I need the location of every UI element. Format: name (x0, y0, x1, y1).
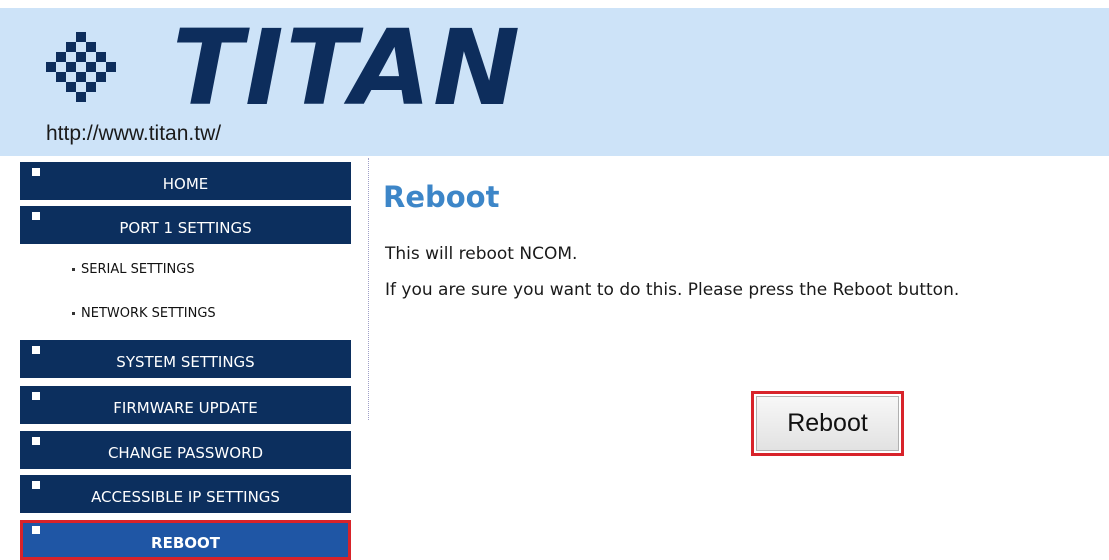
reboot-description: This will reboot NCOM. (385, 244, 578, 264)
sidebar-item-reboot[interactable]: REBOOT (20, 520, 351, 560)
sidebar-item-change-password[interactable]: CHANGE PASSWORD (20, 431, 351, 471)
sidebar-item-label: FIRMWARE UPDATE (113, 399, 258, 417)
titan-checker-logo-icon (46, 32, 116, 102)
sidebar-item-label: CHANGE PASSWORD (107, 444, 264, 462)
logo-url: http://www.titan.tw/ (46, 122, 222, 145)
sidebar-divider (368, 158, 369, 420)
reboot-button-highlight: Reboot (751, 391, 904, 456)
sidebar-item-port1-settings[interactable]: PORT 1 SETTINGS (20, 206, 351, 246)
sidebar-subitem-label: NETWORK SETTINGS (81, 306, 216, 321)
bullet-dot-icon (72, 312, 75, 315)
sidebar-item-accessible-ip-settings[interactable]: ACCESSIBLE IP SETTINGS (20, 475, 351, 515)
sidebar-item-label: REBOOT (151, 534, 220, 552)
header-banner: TITAN http://www.titan.tw/ (0, 8, 1109, 156)
sidebar-item-label: ACCESSIBLE IP SETTINGS (91, 488, 280, 506)
sidebar-item-label: HOME (162, 175, 209, 193)
sidebar-item-system-settings[interactable]: SYSTEM SETTINGS (20, 340, 351, 380)
reboot-instruction: If you are sure you want to do this. Ple… (385, 280, 960, 300)
page-title: Reboot (383, 180, 500, 214)
reboot-button[interactable]: Reboot (756, 396, 899, 451)
sidebar-subitem-serial-settings[interactable]: SERIAL SETTINGS (72, 262, 195, 277)
sidebar-item-label: SYSTEM SETTINGS (116, 353, 255, 371)
bullet-dot-icon (72, 268, 75, 271)
sidebar-subitem-label: SERIAL SETTINGS (81, 262, 195, 277)
sidebar-item-home[interactable]: HOME (20, 162, 351, 202)
sidebar-subitem-network-settings[interactable]: NETWORK SETTINGS (72, 306, 216, 321)
logo-wordmark: TITAN (172, 7, 523, 129)
sidebar-item-label: PORT 1 SETTINGS (119, 219, 252, 237)
sidebar-item-firmware-update[interactable]: FIRMWARE UPDATE (20, 386, 351, 426)
